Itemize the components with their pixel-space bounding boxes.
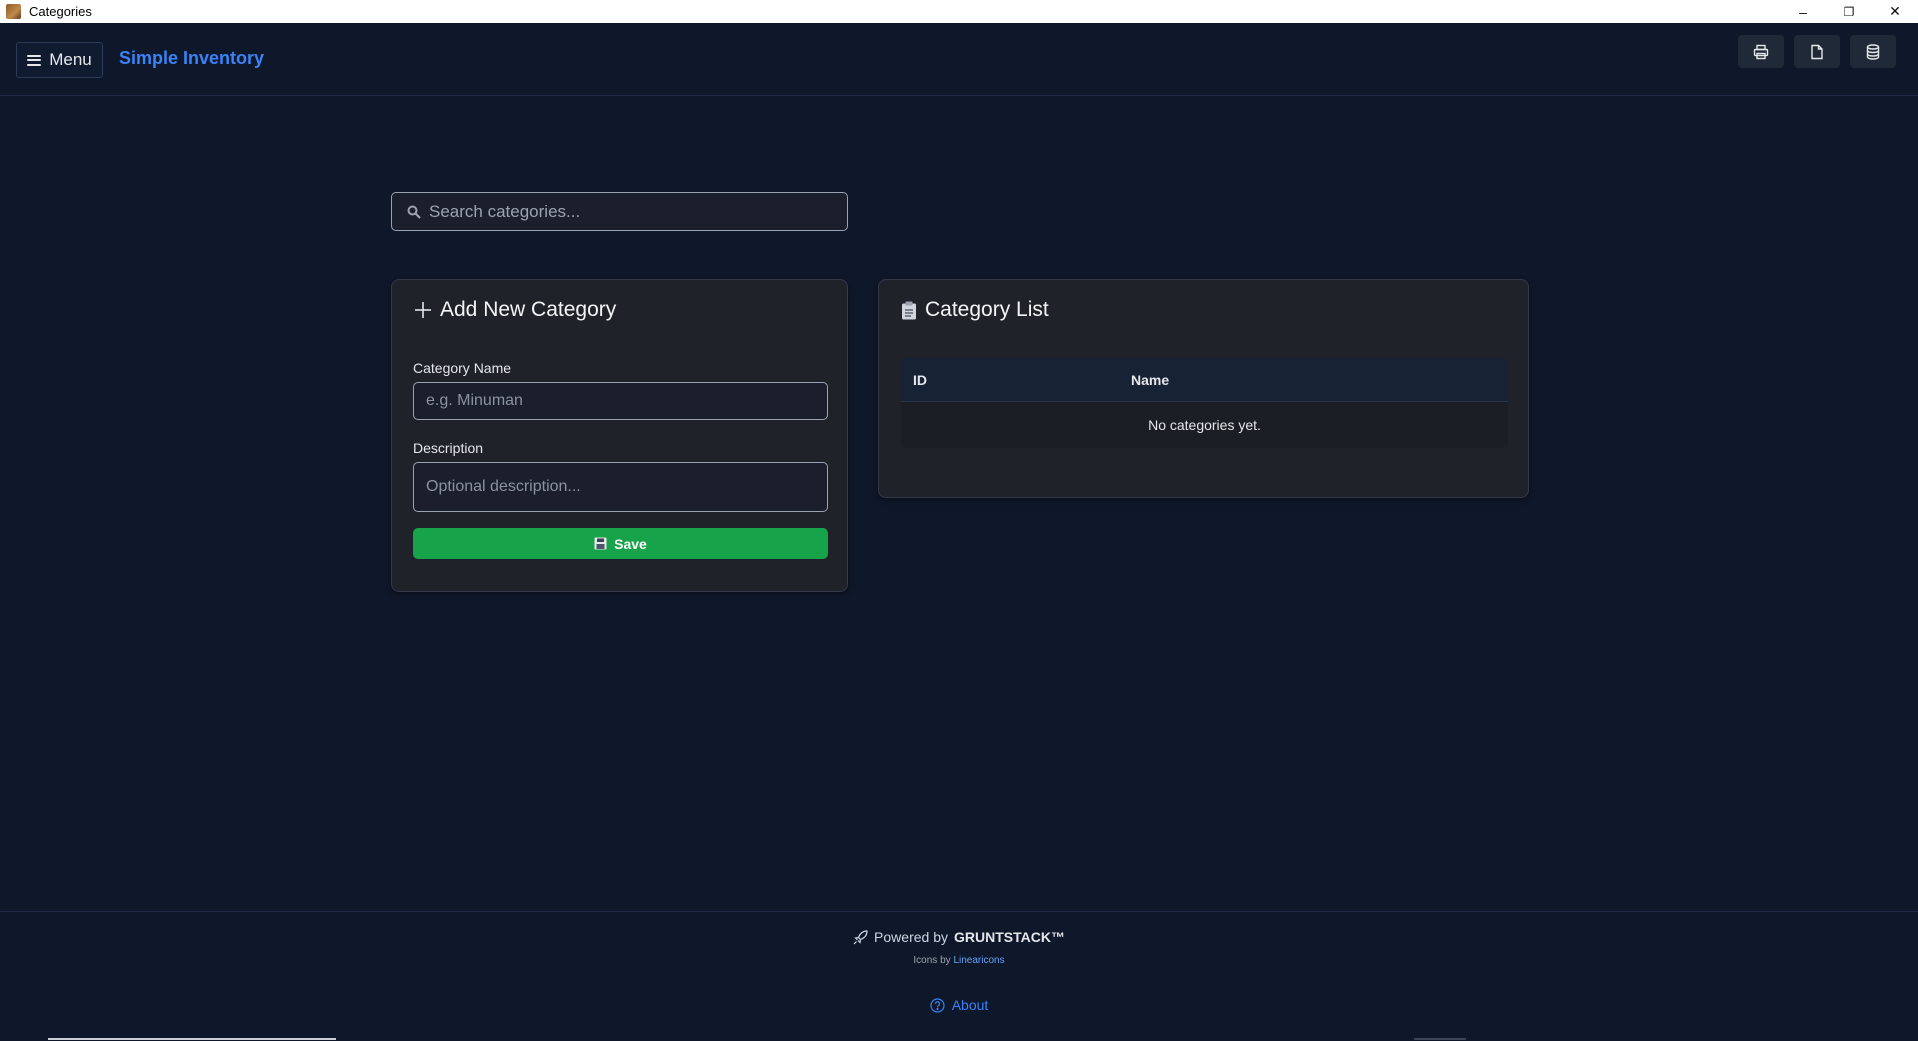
brand-link[interactable]: Simple Inventory xyxy=(119,48,264,69)
printer-icon xyxy=(1753,44,1769,59)
document-button[interactable] xyxy=(1794,35,1840,68)
search-input[interactable] xyxy=(429,201,847,222)
app-header: Menu Simple Inventory xyxy=(0,23,1918,96)
window-title: Categories xyxy=(29,4,92,19)
description-field-wrap xyxy=(413,462,828,512)
document-icon xyxy=(1811,44,1823,59)
category-list-title: Category List xyxy=(901,298,1049,322)
clipboard-icon xyxy=(902,301,916,319)
powered-by: Powered by GRUNTSTACK™ xyxy=(0,929,1918,945)
powered-by-prefix: Powered by xyxy=(874,929,948,945)
window-titlebar: Categories – ❐ ✕ xyxy=(0,0,1918,23)
maximize-button[interactable]: ❐ xyxy=(1826,0,1872,23)
print-button[interactable] xyxy=(1738,35,1784,68)
database-icon xyxy=(1866,43,1880,60)
category-table: ID Name No categories yet. xyxy=(901,358,1508,448)
add-category-card: Add New Category Category Name Descripti… xyxy=(391,279,848,592)
icons-credit: Icons by Linearicons xyxy=(0,955,1918,966)
menu-button-label: Menu xyxy=(49,50,92,69)
add-category-title: Add New Category xyxy=(414,298,616,322)
window-controls: – ❐ ✕ xyxy=(1780,0,1918,23)
page-footer: Powered by GRUNTSTACK™ Icons by Linearic… xyxy=(0,911,1918,1041)
rocket-icon xyxy=(853,929,868,944)
category-list-card: Category List ID Name No categories yet. xyxy=(878,279,1529,498)
horizontal-scrollbar[interactable] xyxy=(48,1038,336,1040)
hamburger-icon xyxy=(27,54,42,66)
help-circle-icon xyxy=(930,997,945,1013)
header-actions xyxy=(1738,35,1896,68)
plus-icon xyxy=(415,302,431,318)
table-empty-message: No categories yet. xyxy=(1148,417,1261,433)
linearicons-link[interactable]: Linearicons xyxy=(953,955,1004,966)
database-button[interactable] xyxy=(1850,35,1896,68)
column-header-name: Name xyxy=(1131,371,1170,388)
category-name-field-wrap xyxy=(413,382,828,420)
description-label: Description xyxy=(413,440,484,456)
search-box xyxy=(391,192,848,231)
column-header-id: ID xyxy=(913,371,927,388)
about-link-label: About xyxy=(951,997,989,1013)
save-button[interactable]: Save xyxy=(413,528,828,559)
minimize-button[interactable]: – xyxy=(1780,0,1826,23)
category-name-input[interactable] xyxy=(426,392,815,410)
category-list-title-text: Category List xyxy=(925,298,1049,321)
save-button-label: Save xyxy=(614,535,647,552)
table-header-row: ID Name xyxy=(901,358,1508,402)
app-icon xyxy=(6,4,21,19)
add-category-title-text: Add New Category xyxy=(440,298,617,321)
search-icon xyxy=(407,205,421,219)
close-button[interactable]: ✕ xyxy=(1872,0,1918,23)
floppy-disk-icon xyxy=(594,537,607,550)
powered-by-brand: GRUNTSTACK™ xyxy=(953,929,1065,945)
scrollbar-track-marker xyxy=(1414,1038,1466,1040)
category-name-label: Category Name xyxy=(413,360,512,376)
description-textarea[interactable] xyxy=(426,478,815,496)
about-link[interactable]: About xyxy=(0,997,1918,1013)
menu-button[interactable]: Menu xyxy=(16,42,103,78)
icons-credit-prefix: Icons by xyxy=(913,955,951,966)
